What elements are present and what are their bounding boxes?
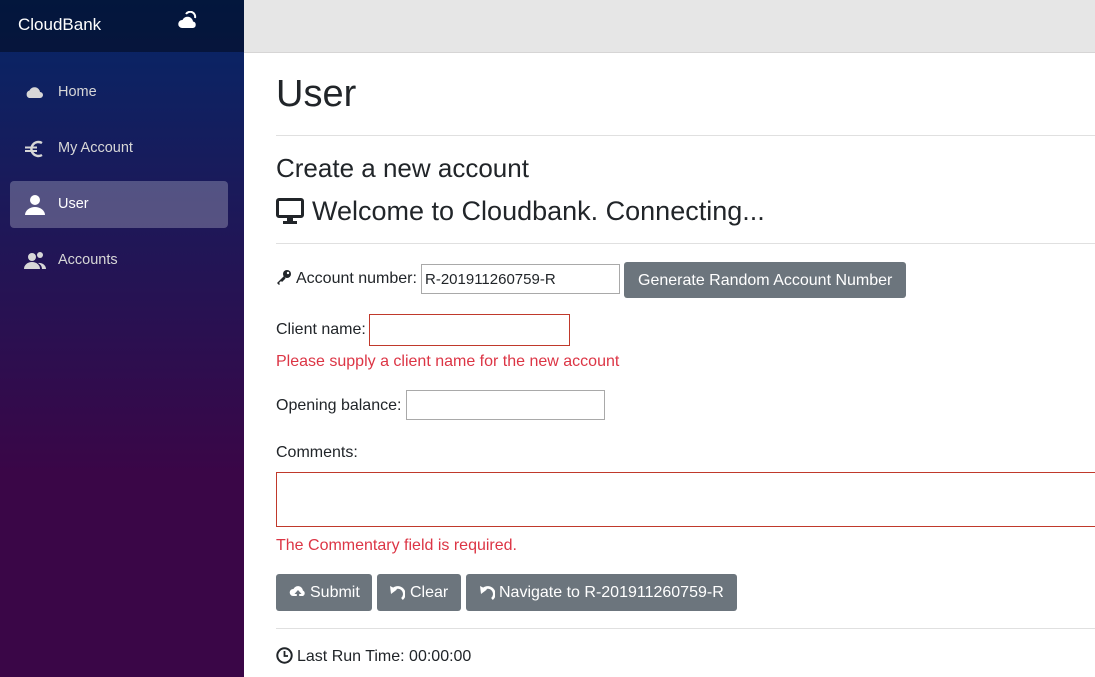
navigate-button-label: Navigate to R-201911260759-R: [499, 584, 724, 601]
comments-textarea[interactable]: [276, 472, 1095, 527]
divider: [276, 135, 1095, 136]
client-name-input[interactable]: [369, 314, 570, 346]
brand-bar: CloudBank: [0, 0, 244, 52]
comments-error: The Commentary field is required.: [276, 537, 517, 554]
divider: [276, 243, 1095, 244]
clear-button-label: Clear: [410, 584, 449, 601]
people-icon: [24, 252, 46, 269]
account-number-label: Account number:: [296, 270, 417, 287]
sidebar-item-label: Home: [58, 84, 97, 100]
submit-button-label: Submit: [310, 584, 360, 601]
undo-icon: [390, 586, 405, 600]
client-name-label: Client name:: [276, 321, 366, 338]
sidebar-item-my-account[interactable]: My Account: [10, 125, 228, 172]
sidebar-item-user[interactable]: User: [10, 181, 228, 228]
sidebar-item-label: User: [58, 196, 89, 212]
cloud-upload-icon: [289, 586, 305, 599]
euro-icon: [25, 140, 43, 158]
comments-label: Comments:: [276, 444, 358, 461]
page-subtitle: Create a new account: [276, 153, 529, 183]
account-number-input[interactable]: [421, 264, 620, 294]
navigate-button[interactable]: Navigate to R-201911260759-R: [466, 574, 737, 611]
generate-account-number-button[interactable]: Generate Random Account Number: [624, 262, 906, 298]
submit-button[interactable]: Submit: [276, 574, 372, 611]
monitor-icon: [276, 198, 304, 224]
sidebar-item-home[interactable]: Home: [10, 69, 228, 116]
cloud-sun-icon[interactable]: [178, 11, 200, 31]
sidebar-item-label: My Account: [58, 140, 133, 156]
sidebar-nav: Home My Account User Accounts: [10, 69, 228, 293]
clear-button[interactable]: Clear: [377, 574, 461, 611]
welcome-text: Welcome to Cloudbank. Connecting...: [312, 196, 765, 226]
opening-balance-input[interactable]: [406, 390, 605, 420]
opening-balance-label: Opening balance:: [276, 397, 402, 414]
undo-icon: [480, 586, 495, 600]
sidebar: CloudBank Home My Account User Accounts: [0, 0, 244, 677]
last-run-time: Last Run Time: 00:00:00: [297, 648, 472, 665]
cloud-icon: [26, 87, 43, 98]
person-icon: [25, 195, 45, 215]
top-bar: [244, 0, 1095, 53]
sidebar-item-label: Accounts: [58, 252, 118, 268]
divider: [276, 628, 1095, 629]
page-title: User: [276, 73, 357, 115]
sidebar-item-accounts[interactable]: Accounts: [10, 237, 228, 284]
clock-icon: [276, 647, 293, 664]
client-name-error: Please supply a client name for the new …: [276, 353, 620, 370]
brand-name[interactable]: CloudBank: [18, 15, 101, 35]
generate-button-label: Generate Random Account Number: [638, 272, 893, 289]
key-icon: [277, 270, 291, 285]
